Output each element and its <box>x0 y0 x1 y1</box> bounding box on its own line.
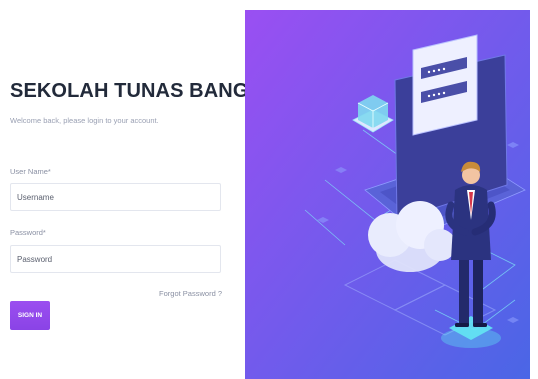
password-input[interactable] <box>10 245 221 273</box>
hero-illustration <box>245 10 530 379</box>
signin-button[interactable]: SIGN IN <box>10 301 50 330</box>
username-input[interactable] <box>10 183 221 211</box>
username-label: User Name* <box>10 167 51 176</box>
hero-panel <box>245 10 530 379</box>
welcome-text: Welcome back, please login to your accou… <box>10 116 159 125</box>
login-panel: SEKOLAH TUNAS BANGSA Welcome back, pleas… <box>0 0 276 379</box>
password-label: Password* <box>10 228 46 237</box>
forgot-password-link[interactable]: Forgot Password ? <box>159 289 222 298</box>
page-title: SEKOLAH TUNAS BANGSA <box>10 80 277 102</box>
password-window-icon <box>412 34 478 136</box>
